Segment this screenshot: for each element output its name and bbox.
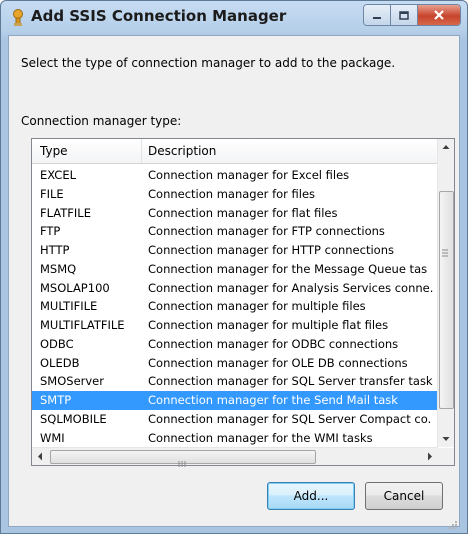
vertical-grip-icon bbox=[442, 242, 448, 257]
list-row-msmq[interactable]: MSMQ Connection manager for the Message Q… bbox=[32, 260, 438, 279]
dialog-client-area: Select the type of connection manager to… bbox=[8, 35, 460, 529]
list-row-multiflatfile[interactable]: MULTIFLATFILE Connection manager for mult… bbox=[32, 316, 438, 335]
row-type: MSMQ bbox=[40, 261, 77, 276]
row-description: Connection manager for flat files bbox=[148, 205, 338, 220]
row-description: Connection manager for the Message Queue… bbox=[148, 261, 428, 276]
list-row-http[interactable]: HTTP Connection manager for HTTP connecti… bbox=[32, 241, 438, 260]
list-row-flatfile[interactable]: FLATFILE Connection manager for flat file… bbox=[32, 204, 438, 223]
list-row-smtp[interactable]: SMTP Connection manager for the Send Mail… bbox=[32, 391, 438, 410]
row-description: Connection manager for files bbox=[148, 186, 316, 201]
title-bar[interactable]: Add SSIS Connection Manager bbox=[1, 1, 467, 35]
row-type: FTP bbox=[40, 224, 61, 239]
ssis-connection-icon bbox=[11, 9, 25, 27]
window-title: Add SSIS Connection Manager bbox=[31, 7, 287, 25]
list-row-multifile[interactable]: MULTIFILE Connection manager for multiple… bbox=[32, 297, 438, 316]
list-row-wmi[interactable]: WMI Connection manager for the WMI tasks bbox=[32, 429, 438, 448]
row-type: FILE bbox=[40, 186, 64, 201]
row-description: Connection manager for FTP connections bbox=[148, 224, 385, 239]
row-type: MSOLAP100 bbox=[40, 280, 110, 295]
list-body: EXCEL Connection manager for Excel files … bbox=[32, 166, 438, 447]
row-description: Connection manager for OLE DB connection… bbox=[148, 355, 408, 370]
instruction-text: Select the type of connection manager to… bbox=[21, 56, 396, 70]
minimize-button[interactable] bbox=[364, 5, 391, 25]
caption-buttons bbox=[363, 4, 461, 26]
list-header: Type Description bbox=[32, 139, 438, 164]
row-type: HTTP bbox=[40, 243, 70, 257]
list-row-msolap100[interactable]: MSOLAP100 Connection manager for Analysis… bbox=[32, 279, 438, 298]
vertical-scrollbar[interactable] bbox=[437, 139, 454, 447]
row-type: MULTIFLATFILE bbox=[40, 318, 125, 332]
close-button[interactable] bbox=[418, 5, 460, 25]
list-row-ftp[interactable]: FTP Connection manager for FTP connection… bbox=[32, 222, 438, 241]
row-type: ODBC bbox=[40, 336, 74, 351]
scroll-down-arrow-icon[interactable] bbox=[438, 431, 454, 447]
row-description: Connection manager for the Send Mail tas… bbox=[148, 393, 398, 407]
row-type: EXCEL bbox=[40, 168, 77, 182]
dialog-window: Add SSIS Connection Manager Select the t… bbox=[0, 0, 468, 534]
list-row-excel[interactable]: EXCEL Connection manager for Excel files bbox=[32, 166, 438, 185]
scrollbar-corner bbox=[438, 448, 454, 465]
close-icon bbox=[433, 6, 445, 25]
row-description: Connection manager for SQL Server Compac… bbox=[148, 411, 432, 426]
add-button[interactable]: Add... bbox=[267, 482, 355, 510]
connection-type-list[interactable]: Type Description EXCEL Connection manager… bbox=[31, 138, 455, 467]
column-header-type[interactable]: Type bbox=[32, 139, 142, 163]
row-type: MULTIFILE bbox=[40, 299, 98, 314]
row-description: Connection manager for ODBC connections bbox=[148, 336, 399, 351]
horizontal-scrollbar[interactable] bbox=[32, 447, 438, 467]
row-description: Connection manager for multiple files bbox=[148, 299, 366, 314]
connection-type-label: Connection manager type: bbox=[21, 114, 182, 128]
list-row-oledb[interactable]: OLEDB Connection manager for OLE DB conne… bbox=[32, 354, 438, 373]
row-description: Connection manager for Analysis Services… bbox=[148, 280, 434, 295]
scroll-right-arrow-icon[interactable] bbox=[422, 448, 438, 465]
scroll-up-arrow-icon[interactable] bbox=[438, 139, 454, 155]
maximize-button[interactable] bbox=[391, 5, 418, 25]
minimize-icon bbox=[372, 6, 382, 25]
row-description: Connection manager for SQL Server transf… bbox=[148, 374, 433, 389]
resize-grip-icon[interactable] bbox=[447, 514, 457, 529]
row-type: SQLMOBILE bbox=[40, 411, 107, 426]
row-type: SMTP bbox=[40, 393, 72, 407]
cancel-button[interactable]: Cancel bbox=[365, 482, 443, 510]
row-type: FLATFILE bbox=[40, 205, 91, 220]
row-description: Connection manager for the WMI tasks bbox=[148, 430, 373, 445]
column-header-description[interactable]: Description bbox=[143, 139, 438, 163]
list-row-file[interactable]: FILE Connection manager for files bbox=[32, 185, 438, 204]
list-row-odbc[interactable]: ODBC Connection manager for ODBC connecti… bbox=[32, 335, 438, 354]
row-type: OLEDB bbox=[40, 355, 80, 370]
horizontal-grip-icon bbox=[178, 452, 186, 467]
list-row-smoserver[interactable]: SMOServer Connection manager for SQL Serv… bbox=[32, 372, 438, 391]
scroll-left-arrow-icon[interactable] bbox=[32, 448, 48, 465]
row-description: Connection manager for multiple flat fil… bbox=[148, 318, 389, 332]
vertical-scroll-thumb[interactable] bbox=[439, 191, 454, 409]
row-description: Connection manager for HTTP connections bbox=[148, 243, 394, 257]
list-row-sqlmobile[interactable]: SQLMOBILE Connection manager for SQL Serv… bbox=[32, 410, 438, 429]
row-type: SMOServer bbox=[40, 374, 104, 389]
row-type: WMI bbox=[40, 430, 65, 445]
maximize-icon bbox=[399, 6, 409, 25]
row-description: Connection manager for Excel files bbox=[148, 168, 350, 182]
